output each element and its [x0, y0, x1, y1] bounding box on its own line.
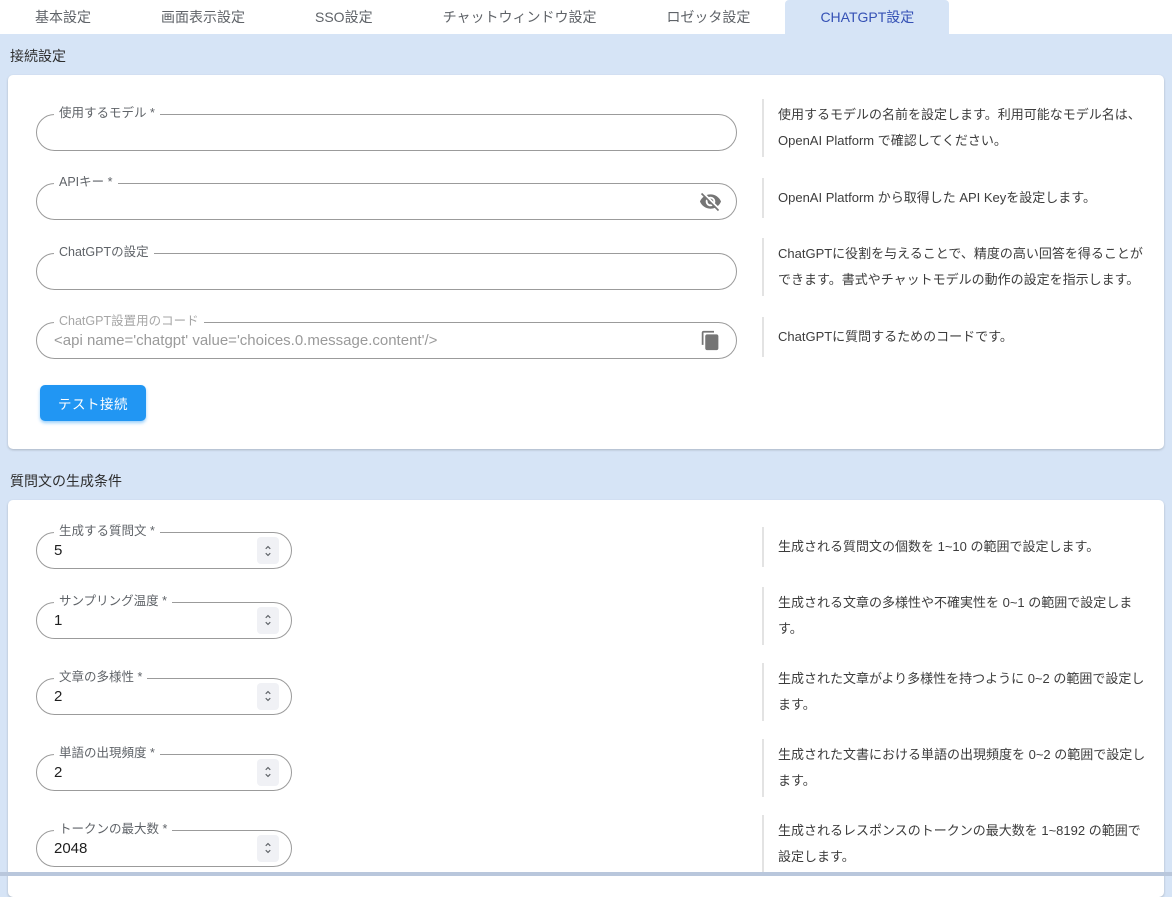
outlined-field: 生成する質問文 *: [36, 532, 292, 569]
number-stepper[interactable]: [257, 835, 279, 862]
test-connection-button[interactable]: テスト接続: [40, 385, 146, 421]
tab-label: 画面表示設定: [161, 7, 245, 27]
field-wrap: ChatGPTの設定: [8, 245, 762, 290]
visibility-off-icon[interactable]: [698, 190, 722, 214]
field-description: 使用するモデルの名前を設定します。利用可能なモデル名は、OpenAI Platf…: [762, 99, 1150, 157]
section-card: 生成する質問文 * 生成される質問文の個数を 1~10 の範囲で設定します。 サ…: [8, 500, 1164, 897]
field-description: 生成される質問文の個数を 1~10 の範囲で設定します。: [762, 527, 1150, 567]
number-stepper[interactable]: [257, 607, 279, 634]
form-row: 生成する質問文 * 生成される質問文の個数を 1~10 の範囲で設定します。: [8, 524, 1164, 569]
outlined-field: APIキー *: [36, 183, 737, 220]
number-stepper[interactable]: [257, 537, 279, 564]
tab-display-settings[interactable]: 画面表示設定: [126, 0, 280, 34]
settings-section: 質問文の生成条件 生成する質問文 * 生成される質問文の個数を 1~10 の範囲…: [8, 449, 1164, 897]
field-wrap: サンプリング温度 *: [8, 594, 762, 639]
api-key-field[interactable]: [37, 184, 698, 219]
form-row: 文章の多様性 * 生成された文章がより多様性を持つように 0~2 の範囲で設定し…: [8, 663, 1164, 721]
tab-label: 基本設定: [35, 7, 91, 27]
field-label: 使用するモデル *: [54, 106, 160, 121]
field-label: ChatGPTの設定: [54, 245, 154, 260]
copy-icon[interactable]: [698, 329, 722, 353]
field-wrap: ChatGPT設置用のコード: [8, 314, 762, 359]
tab-bar: 基本設定 画面表示設定 SSO設定 チャットウィンドウ設定 ロゼッタ設定 CHA…: [0, 0, 1172, 34]
tab-chat-window-settings[interactable]: チャットウィンドウ設定: [408, 0, 632, 34]
field-description: 生成された文書における単語の出現頻度を 0~2 の範囲で設定します。: [762, 739, 1150, 797]
outlined-field: ChatGPTの設定: [36, 253, 737, 290]
outlined-field: 使用するモデル *: [36, 114, 737, 151]
form-row: 使用するモデル * 使用するモデルの名前を設定します。利用可能なモデル名は、Op…: [8, 99, 1164, 157]
field-description-text: 生成される文章の多様性や不確実性を 0~1 の範囲で設定します。: [778, 590, 1146, 642]
tab-rosetta-settings[interactable]: ロゼッタ設定: [631, 0, 785, 34]
field-label: 単語の出現頻度 *: [54, 746, 160, 761]
field-description-text: ChatGPTに役割を与えることで、精度の高い回答を得ることができます。書式やチ…: [778, 241, 1146, 293]
form-row: ChatGPT設置用のコード ChatGPTに質問するためのコードです。: [8, 314, 1164, 359]
tab-label: チャットウィンドウ設定: [443, 7, 597, 27]
tab-chatgpt-settings[interactable]: CHATGPT設定: [785, 0, 949, 34]
settings-section: 接続設定 使用するモデル * 使用するモデルの名前を設定します。利用可能なモデル…: [8, 40, 1164, 449]
field-description-text: ChatGPTに質問するためのコードです。: [778, 324, 1013, 350]
field-wrap: トークンの最大数 *: [8, 822, 762, 867]
field-wrap: 文章の多様性 *: [8, 670, 762, 715]
field-description: ChatGPTに役割を与えることで、精度の高い回答を得ることができます。書式やチ…: [762, 238, 1150, 296]
field-wrap: APIキー *: [8, 175, 762, 220]
field-description: 生成されるレスポンスのトークンの最大数を 1~8192 の範囲で設定します。: [762, 815, 1150, 873]
field-description: OpenAI Platform から取得した API Keyを設定します。: [762, 178, 1150, 218]
field-description-text: 生成された文章がより多様性を持つように 0~2 の範囲で設定します。: [778, 666, 1146, 718]
field-description: 生成される文章の多様性や不確実性を 0~1 の範囲で設定します。: [762, 587, 1150, 645]
section-title: 質問文の生成条件: [8, 449, 1164, 500]
field-description: 生成された文章がより多様性を持つように 0~2 の範囲で設定します。: [762, 663, 1150, 721]
field-label: 生成する質問文 *: [54, 524, 160, 539]
tab-label: ロゼッタ設定: [666, 7, 750, 27]
field-label: トークンの最大数 *: [54, 822, 172, 837]
field-label: 文章の多様性 *: [54, 670, 147, 685]
field-description-text: 生成される質問文の個数を 1~10 の範囲で設定します。: [778, 534, 1099, 560]
settings-page: 接続設定 使用するモデル * 使用するモデルの名前を設定します。利用可能なモデル…: [0, 34, 1172, 897]
tab-label: SSO設定: [315, 7, 373, 27]
field-wrap: 単語の出現頻度 *: [8, 746, 762, 791]
field-wrap: 生成する質問文 *: [8, 524, 762, 569]
button-row: テスト接続: [8, 377, 1164, 443]
outlined-field: 単語の出現頻度 *: [36, 754, 292, 791]
form-row: ChatGPTの設定 ChatGPTに役割を与えることで、精度の高い回答を得るこ…: [8, 238, 1164, 296]
field-description: ChatGPTに質問するためのコードです。: [762, 317, 1150, 357]
field-label: サンプリング温度 *: [54, 594, 172, 609]
tab-sso-settings[interactable]: SSO設定: [280, 0, 408, 34]
number-stepper[interactable]: [257, 759, 279, 786]
field-description-text: 生成されるレスポンスのトークンの最大数を 1~8192 の範囲で設定します。: [778, 818, 1146, 870]
field-description-text: 生成された文書における単語の出現頻度を 0~2 の範囲で設定します。: [778, 742, 1146, 794]
outlined-field: 文章の多様性 *: [36, 678, 292, 715]
form-row: APIキー * OpenAI Platform から取得した API Keyを設…: [8, 175, 1164, 220]
tab-label: CHATGPT設定: [820, 7, 914, 27]
form-row: 単語の出現頻度 * 生成された文書における単語の出現頻度を 0~2 の範囲で設定…: [8, 739, 1164, 797]
tab-basic-settings[interactable]: 基本設定: [0, 0, 126, 34]
field-description-text: 使用するモデルの名前を設定します。利用可能なモデル名は、OpenAI Platf…: [778, 102, 1146, 154]
section-card: 使用するモデル * 使用するモデルの名前を設定します。利用可能なモデル名は、Op…: [8, 75, 1164, 449]
form-row: サンプリング温度 * 生成される文章の多様性や不確実性を 0~1 の範囲で設定し…: [8, 587, 1164, 645]
field-label: APIキー *: [54, 175, 118, 190]
outlined-field: ChatGPT設置用のコード: [36, 322, 737, 359]
page-bottom-edge: [0, 872, 1172, 876]
section-title: 接続設定: [8, 40, 1164, 75]
outlined-field: サンプリング温度 *: [36, 602, 292, 639]
outlined-field: トークンの最大数 *: [36, 830, 292, 867]
form-row: トークンの最大数 * 生成されるレスポンスのトークンの最大数を 1~8192 の…: [8, 815, 1164, 873]
field-description-text: OpenAI Platform から取得した API Keyを設定します。: [778, 185, 1096, 211]
field-label: ChatGPT設置用のコード: [54, 314, 204, 329]
field-wrap: 使用するモデル *: [8, 106, 762, 151]
number-stepper[interactable]: [257, 683, 279, 710]
